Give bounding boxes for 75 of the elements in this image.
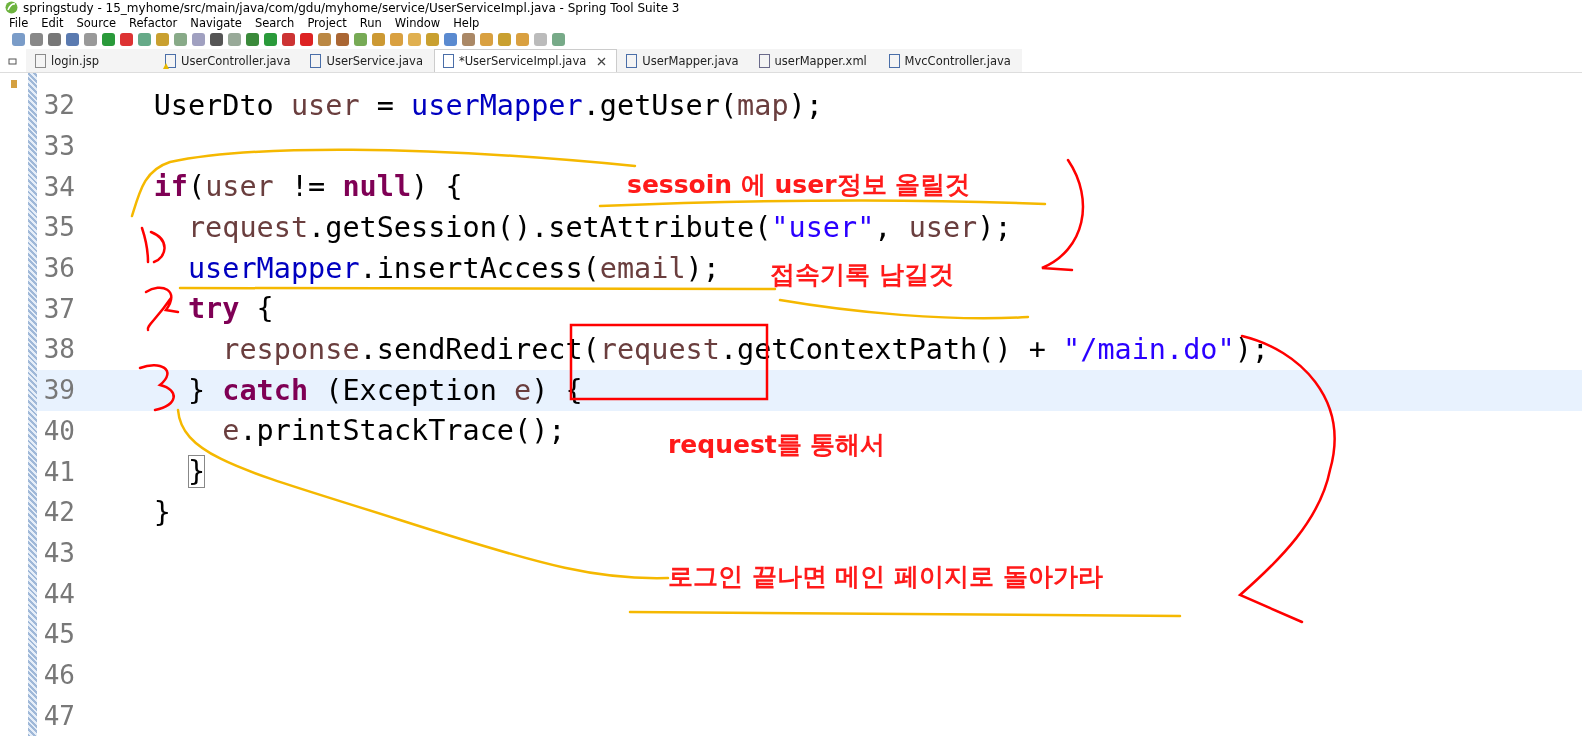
xml-file-icon [758, 54, 770, 68]
line-number: 38 [42, 334, 75, 365]
line-number: 39 [42, 375, 75, 406]
editor-tab[interactable]: UserController.java [156, 49, 302, 72]
menu-item[interactable]: File [4, 15, 37, 30]
annotation-note: 접속기록 남길것 [770, 259, 954, 291]
annotation-note: sessoin 에 user정보 올릴것 [627, 169, 971, 201]
bookmark-icon [10, 79, 19, 89]
toolbar-icon[interactable] [48, 33, 61, 46]
toolbar-icon[interactable] [210, 33, 223, 46]
annotation-note: 로그인 끝나면 메인 페이지로 돌아가라 [668, 561, 1103, 593]
warning-file-icon [165, 54, 176, 68]
editor-tab[interactable]: UserService.java [301, 49, 434, 72]
code-line: if(user != null) { [152, 170, 463, 204]
line-number: 41 [42, 456, 75, 487]
menu-item[interactable]: Project [302, 15, 355, 30]
line-number: 45 [42, 619, 75, 650]
editor-tab[interactable]: *UserServiceImpl.java [433, 49, 618, 72]
toolbar-icon[interactable] [462, 33, 475, 46]
toolbar-icon[interactable] [12, 33, 25, 46]
line-number: 32 [42, 90, 75, 121]
toolbar-icon[interactable] [354, 33, 367, 46]
toolbar-icon[interactable] [30, 33, 43, 46]
editor-tab[interactable]: UserMapper.java [617, 49, 750, 72]
toolbar-icon[interactable] [84, 33, 97, 46]
toolbar-icon[interactable] [300, 33, 313, 46]
code-line: try { [186, 292, 274, 326]
editor-tab[interactable]: userMapper.xml [749, 49, 880, 72]
file-icon [626, 54, 638, 68]
toolbar-icon[interactable] [282, 33, 295, 46]
editor-tab[interactable]: login.jsp [26, 49, 156, 72]
code-line: request.getSession().setAttribute("user", user); [186, 210, 1012, 244]
menu-item[interactable]: Edit [36, 15, 72, 30]
toolbar-icon[interactable] [102, 33, 115, 46]
toolbar-icon[interactable] [336, 33, 349, 46]
line-number: 36 [42, 253, 75, 284]
line-number: 42 [42, 497, 75, 528]
toolbar-icon[interactable] [264, 33, 277, 46]
window-title: springstudy - 15_myhome/src/main/java/com/gdu/myhome/service/UserServiceImpl.java - Spring Tool Suite 3 [23, 0, 680, 15]
toolbar-icon[interactable] [246, 33, 259, 46]
menu-item[interactable]: Search [249, 15, 303, 30]
code-line: e.printStackTrace(); [221, 414, 566, 448]
menu-item[interactable]: Source [71, 15, 125, 30]
toolbar-icon[interactable] [138, 33, 151, 46]
line-number: 40 [42, 415, 75, 446]
line-number: 34 [42, 171, 75, 202]
line-number: 44 [42, 578, 75, 609]
line-number: 47 [42, 700, 75, 731]
toolbar-icon[interactable] [66, 33, 79, 46]
menu-item[interactable]: Help [448, 15, 488, 30]
editor-tab[interactable]: MvcController.java [879, 49, 1022, 72]
file-icon [310, 54, 322, 68]
line-number: 43 [42, 537, 75, 568]
code-line: } [152, 495, 171, 529]
file-icon [35, 54, 46, 68]
menu-item[interactable]: Refactor [124, 15, 186, 30]
toolbar-icon[interactable] [552, 33, 565, 46]
line-number: 37 [42, 293, 75, 324]
menu-item[interactable]: Window [389, 15, 449, 30]
code-line: } [186, 455, 206, 489]
menu-item[interactable]: Run [354, 15, 390, 30]
annotation-note: request를 통해서 [668, 429, 886, 461]
minimize-icon[interactable] [8, 56, 18, 66]
code-line: UserDto user = userMapper.getUser(map); [152, 88, 823, 122]
code-line: userMapper.insertAccess(email); [186, 251, 720, 285]
line-number: 33 [42, 131, 75, 162]
line-number: 35 [42, 212, 75, 243]
toolbar-icon[interactable] [120, 33, 133, 46]
close-icon[interactable] [597, 56, 607, 66]
line-number: 46 [42, 659, 75, 690]
menu-item[interactable]: Navigate [185, 15, 250, 30]
toolbar-icon[interactable] [444, 33, 457, 46]
toolbar-icon[interactable] [318, 33, 331, 46]
file-icon [888, 54, 900, 68]
file-icon [442, 54, 454, 68]
